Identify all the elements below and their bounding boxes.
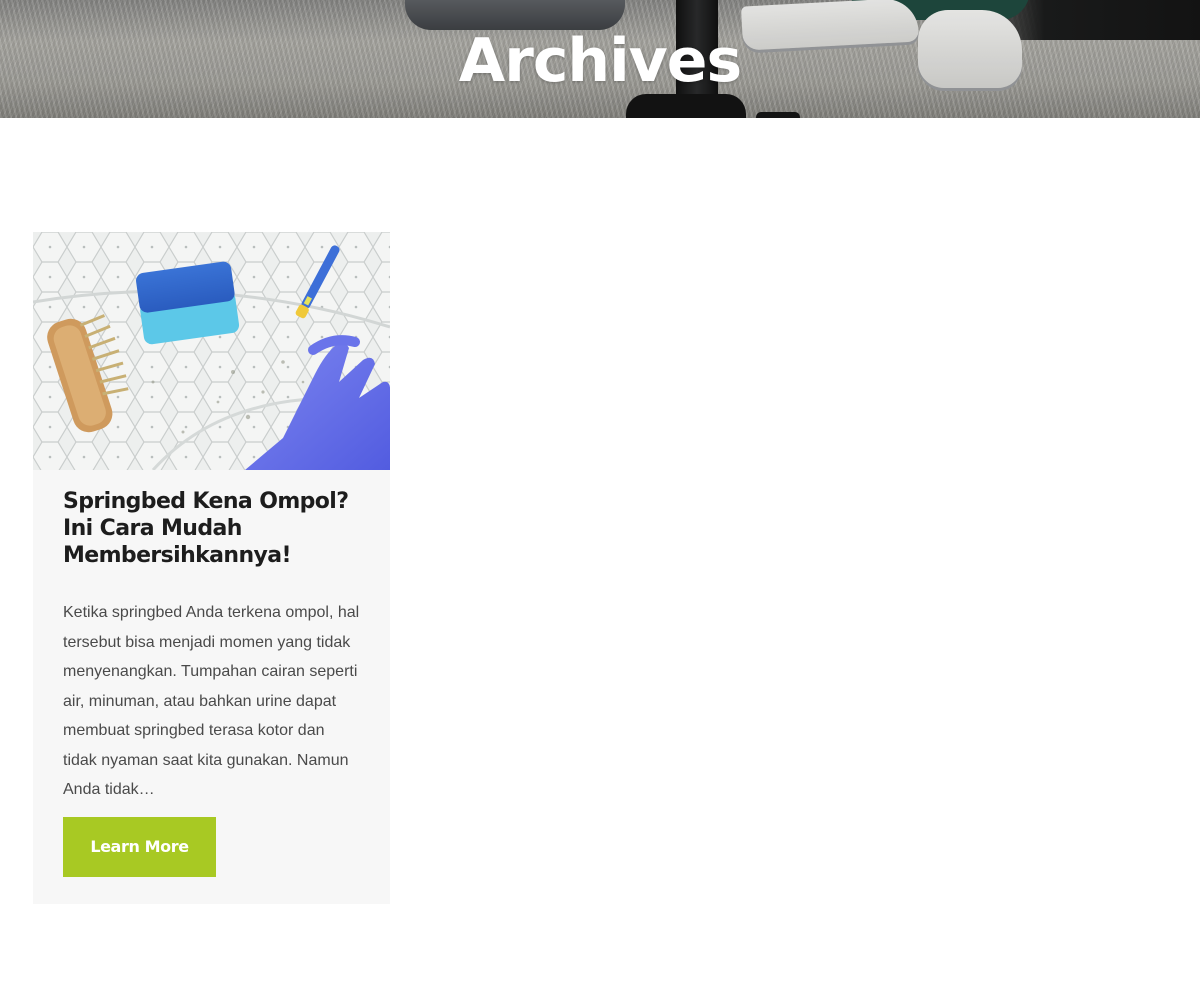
springbed-cleaning-image: [33, 232, 390, 470]
post-card: Springbed Kena Ompol? Ini Cara Mudah Mem…: [33, 232, 390, 904]
post-excerpt: Ketika springbed Anda terkena ompol, hal…: [63, 604, 360, 798]
page-title: Archives: [458, 26, 742, 96]
post-thumbnail[interactable]: [33, 232, 390, 470]
page-hero-banner: Archives: [0, 0, 1200, 118]
learn-more-button[interactable]: Learn More: [63, 816, 216, 877]
post-title[interactable]: Springbed Kena Ompol? Ini Cara Mudah Mem…: [63, 488, 360, 569]
